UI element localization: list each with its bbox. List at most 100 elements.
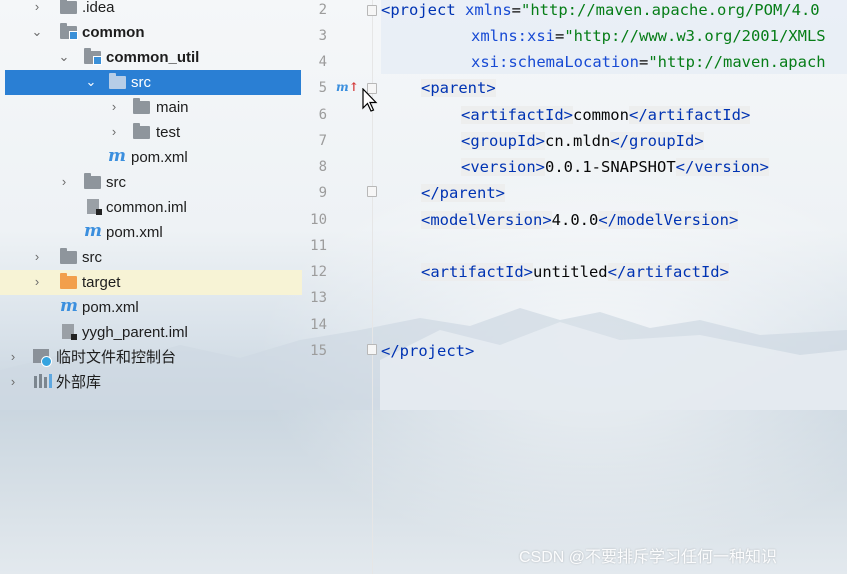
xml-text: 4.0.0 xyxy=(551,211,599,229)
xml-tag: </parent> xyxy=(421,184,505,202)
implemented-marker-icon[interactable]: m↑ xyxy=(336,80,359,94)
xml-tag: </artifactId> xyxy=(628,106,751,124)
tree-item-label: test xyxy=(156,124,181,141)
fold-marker[interactable] xyxy=(367,344,377,355)
tree-item-label: main xyxy=(156,99,189,116)
folder-icon xyxy=(60,248,78,265)
line-number: 7 xyxy=(318,133,327,149)
chevron-right-icon[interactable]: › xyxy=(57,174,71,190)
tree-item-label: pom.xml xyxy=(106,224,163,241)
chevron-right-icon[interactable]: › xyxy=(30,274,44,290)
xml-attribute-value: "http://maven.apach xyxy=(648,53,826,71)
tree-item-yygh-parent-iml[interactable]: yygh_parent.iml xyxy=(0,320,302,345)
project-tree: › .idea ⌄ common ⌄ common_util ⌄ src › m… xyxy=(0,0,302,574)
maven-icon: m xyxy=(84,221,102,241)
folder-icon xyxy=(60,0,78,15)
code-line-10[interactable]: <modelVersion>4.0.0</modelVersion> xyxy=(421,211,739,229)
xml-tag: <artifactId> xyxy=(461,106,573,124)
tree-item-test[interactable]: › test xyxy=(0,120,302,145)
code-line-15[interactable]: </project> xyxy=(381,342,474,360)
xml-text: cn.mldn xyxy=(545,132,611,150)
module-folder-icon xyxy=(60,23,78,40)
mouse-cursor-icon xyxy=(362,88,378,112)
tree-item-common-util[interactable]: ⌄ common_util xyxy=(0,45,302,70)
xml-equals: = xyxy=(638,53,649,71)
xml-tag: </project> xyxy=(381,342,475,360)
tree-item-scratches[interactable]: › 临时文件和控制台 xyxy=(0,345,302,370)
xml-tag: </version> xyxy=(675,158,769,176)
source-folder-icon xyxy=(109,73,127,90)
xml-attribute-value: "http://maven.apache.org/POM/4.0 xyxy=(521,1,820,19)
xml-attribute-value: "http://www.w3.org/2001/XMLS xyxy=(564,27,826,45)
tree-item-pom-xml[interactable]: m pom.xml xyxy=(0,145,302,170)
line-number: 13 xyxy=(310,290,327,306)
line-number: 15 xyxy=(310,343,327,359)
code-line-3[interactable]: xmlns:xsi="http://www.w3.org/2001/XMLS xyxy=(471,27,826,45)
tree-item-label: target xyxy=(82,274,121,291)
chevron-down-icon[interactable]: ⌄ xyxy=(57,49,71,65)
code-line-2[interactable]: <project xmlns="http://maven.apache.org/… xyxy=(381,1,820,19)
xml-tag: <parent> xyxy=(421,79,496,97)
xml-text: untitled xyxy=(532,263,608,281)
chevron-right-icon[interactable]: › xyxy=(107,124,121,140)
code-line-9[interactable]: </parent> xyxy=(421,184,505,202)
code-line-8[interactable]: <version>0.0.1-SNAPSHOT</version> xyxy=(461,158,769,176)
watermark: CSDN @不要排斥学习任何一种知识 xyxy=(519,549,778,566)
chevron-right-icon[interactable]: › xyxy=(107,99,121,115)
tree-item-label: 临时文件和控制台 xyxy=(56,349,177,366)
code-line-6[interactable]: <artifactId>common</artifactId> xyxy=(461,106,751,124)
tree-item-label: src xyxy=(106,174,126,191)
tree-item-pom-xml[interactable]: m pom.xml xyxy=(0,295,302,320)
code-line-5[interactable]: <parent> xyxy=(421,79,496,97)
tree-item-label: common xyxy=(82,24,145,41)
code-line-7[interactable]: <groupId>cn.mldn</groupId> xyxy=(461,132,704,150)
tree-item-label: common.iml xyxy=(106,199,187,216)
module-folder-icon xyxy=(84,48,102,65)
xml-attribute: xsi:schemaLocation xyxy=(471,53,639,71)
library-icon xyxy=(34,374,52,390)
chevron-right-icon[interactable]: › xyxy=(30,0,44,15)
xml-attribute: xmlns xyxy=(465,1,512,19)
line-number: 11 xyxy=(310,238,327,254)
line-number: 6 xyxy=(318,107,327,123)
chevron-right-icon[interactable]: › xyxy=(30,249,44,265)
code-line-12[interactable]: <artifactId>untitled</artifactId> xyxy=(421,263,729,281)
xml-text: 0.0.1-SNAPSHOT xyxy=(545,158,676,176)
chevron-down-icon[interactable]: ⌄ xyxy=(30,24,44,40)
excluded-folder-icon xyxy=(60,273,78,290)
tree-item-common-iml[interactable]: common.iml xyxy=(0,195,302,220)
tree-item-common[interactable]: ⌄ common xyxy=(0,20,302,45)
line-number: 8 xyxy=(318,159,327,175)
line-number: 5 xyxy=(318,80,327,96)
xml-tag: <modelVersion> xyxy=(421,211,552,229)
tree-item-label: yygh_parent.iml xyxy=(82,324,188,341)
line-number: 4 xyxy=(318,54,327,70)
tree-item-label: pom.xml xyxy=(82,299,139,316)
xml-tag: </artifactId> xyxy=(607,263,729,281)
tree-item-idea[interactable]: › .idea xyxy=(0,0,302,20)
chevron-down-icon[interactable]: ⌄ xyxy=(84,74,98,90)
tree-item-src[interactable]: › src xyxy=(0,245,302,270)
line-number: 12 xyxy=(310,264,327,280)
line-number: 9 xyxy=(318,185,327,201)
code-line-4[interactable]: xsi:schemaLocation="http://maven.apach xyxy=(471,53,826,71)
tree-item-main[interactable]: › main xyxy=(0,95,302,120)
iml-file-icon xyxy=(87,199,105,215)
tree-item-label: src xyxy=(82,249,102,266)
xml-tag: <version> xyxy=(461,158,545,176)
folder-icon xyxy=(133,98,151,115)
line-number: 3 xyxy=(318,28,327,44)
line-number: 10 xyxy=(310,212,327,228)
xml-equals: = xyxy=(555,27,565,45)
chevron-right-icon[interactable]: › xyxy=(6,374,20,390)
fold-marker[interactable] xyxy=(367,5,377,16)
tree-item-label: 外部库 xyxy=(56,374,102,391)
tree-item-target[interactable]: › target xyxy=(0,270,302,295)
chevron-right-icon[interactable]: › xyxy=(6,349,20,365)
tree-item-pom-xml[interactable]: m pom.xml xyxy=(0,220,302,245)
xml-tag: </groupId> xyxy=(610,132,704,150)
tree-item-src[interactable]: › src xyxy=(0,170,302,195)
tree-item-external-libraries[interactable]: › 外部库 xyxy=(0,370,302,395)
tree-item-src-selected[interactable]: ⌄ src xyxy=(5,70,301,95)
fold-marker[interactable] xyxy=(367,186,377,197)
